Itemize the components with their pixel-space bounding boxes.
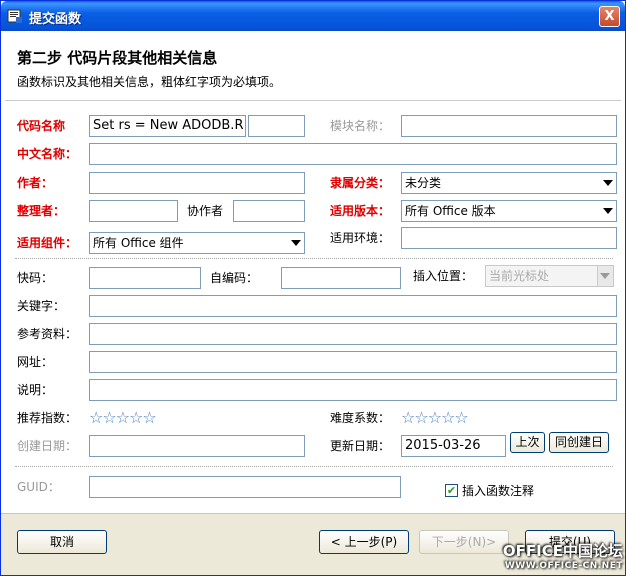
organizer-input[interactable] bbox=[89, 200, 178, 222]
title-bar[interactable]: 提交函数 X bbox=[1, 1, 625, 31]
code-name-input[interactable]: Set rs = New ADODB.R bbox=[89, 115, 246, 137]
app-icon bbox=[7, 9, 22, 23]
watermark-url: WWW.OFFICE-CN.NET bbox=[504, 561, 623, 571]
code-name-extra-input[interactable] bbox=[248, 115, 305, 137]
close-icon[interactable]: X bbox=[599, 6, 620, 27]
chevron-down-icon bbox=[603, 180, 613, 186]
chevron-down-icon bbox=[291, 240, 301, 246]
page-subtitle: 函数标识及其他相关信息，粗体红字项为必填项。 bbox=[17, 75, 282, 89]
updated-date-input[interactable]: 2015-03-26 bbox=[401, 435, 506, 457]
url-input[interactable] bbox=[89, 351, 617, 373]
next-button: 下一步(N)> bbox=[419, 530, 509, 554]
page-title: 第二步 代码片段其他相关信息 bbox=[17, 49, 218, 67]
last-time-button[interactable]: 上次 bbox=[510, 432, 545, 453]
version-label: 适用版本： bbox=[330, 204, 391, 218]
section-divider bbox=[15, 466, 613, 467]
author-label: 作者： bbox=[17, 176, 54, 190]
chinese-name-input[interactable] bbox=[89, 143, 617, 165]
code-name-label: 代码名称 bbox=[17, 119, 66, 133]
insert-position-value: 当前光标处 bbox=[489, 269, 550, 283]
selfcode-label: 自编码： bbox=[210, 271, 259, 285]
category-value: 未分类 bbox=[405, 176, 442, 190]
chevron-down-icon bbox=[603, 208, 613, 214]
version-select[interactable]: 所有 Office 版本 bbox=[401, 200, 617, 222]
module-name-input[interactable] bbox=[401, 115, 617, 137]
difficulty-label: 难度系数： bbox=[330, 411, 391, 425]
section-divider bbox=[15, 258, 613, 259]
environment-input[interactable] bbox=[401, 227, 617, 249]
references-input[interactable] bbox=[89, 323, 617, 345]
guid-label: GUID： bbox=[17, 480, 60, 494]
category-select[interactable]: 未分类 bbox=[401, 172, 617, 194]
shortcode-label: 快码： bbox=[17, 271, 54, 285]
divider bbox=[5, 100, 621, 101]
component-label: 适用组件： bbox=[17, 236, 78, 250]
recommend-label: 推荐指数： bbox=[17, 411, 78, 425]
description-input[interactable] bbox=[89, 379, 617, 401]
shortcode-input[interactable] bbox=[89, 267, 201, 289]
coauthor-input[interactable] bbox=[233, 200, 305, 222]
selfcode-input[interactable] bbox=[281, 267, 401, 289]
back-button[interactable]: < 上一步(P) bbox=[319, 530, 409, 554]
url-label: 网址： bbox=[17, 355, 54, 369]
version-value: 所有 Office 版本 bbox=[405, 204, 496, 218]
dialog-window: 提交函数 X 第二步 代码片段其他相关信息 函数标识及其他相关信息，粗体红字项为… bbox=[0, 0, 626, 576]
created-date-label: 创建日期： bbox=[17, 439, 78, 453]
watermark-title: OFFICE中国论坛 bbox=[502, 542, 623, 560]
updated-date-label: 更新日期： bbox=[330, 439, 391, 453]
recommend-star-icon[interactable]: ☆☆☆☆☆ bbox=[89, 409, 157, 427]
insert-position-label: 插入位置： bbox=[413, 269, 474, 283]
category-label: 隶属分类： bbox=[330, 176, 391, 190]
author-input[interactable] bbox=[89, 172, 305, 194]
site-watermark: OFFICE中国论坛 WWW.OFFICE-CN.NET bbox=[503, 540, 623, 571]
same-as-created-button[interactable]: 同创建日 bbox=[549, 432, 609, 453]
insert-comment-label[interactable]: 插入函数注释 bbox=[462, 480, 534, 502]
keywords-input[interactable] bbox=[89, 295, 617, 317]
keywords-label: 关键字： bbox=[17, 299, 66, 313]
coauthor-label: 协作者 bbox=[187, 204, 224, 218]
organizer-label: 整理者： bbox=[17, 204, 66, 218]
created-date-input[interactable] bbox=[89, 435, 305, 457]
component-value: 所有 Office 组件 bbox=[93, 236, 184, 250]
references-label: 参考资料： bbox=[17, 327, 78, 341]
description-label: 说明： bbox=[17, 383, 54, 397]
insert-comment-checkbox[interactable]: ✔ bbox=[445, 484, 458, 497]
difficulty-star-icon[interactable]: ☆☆☆☆☆ bbox=[401, 409, 469, 427]
window-title: 提交函数 bbox=[29, 12, 82, 27]
chevron-down-icon bbox=[600, 273, 610, 279]
cancel-button[interactable]: 取消 bbox=[17, 530, 107, 554]
environment-label: 适用环境： bbox=[330, 231, 391, 245]
component-select[interactable]: 所有 Office 组件 bbox=[89, 232, 305, 254]
insert-position-select: 当前光标处 bbox=[485, 265, 614, 287]
module-name-label: 模块名称： bbox=[330, 119, 391, 133]
chinese-name-label: 中文名称： bbox=[17, 147, 78, 161]
guid-input[interactable] bbox=[89, 476, 401, 498]
